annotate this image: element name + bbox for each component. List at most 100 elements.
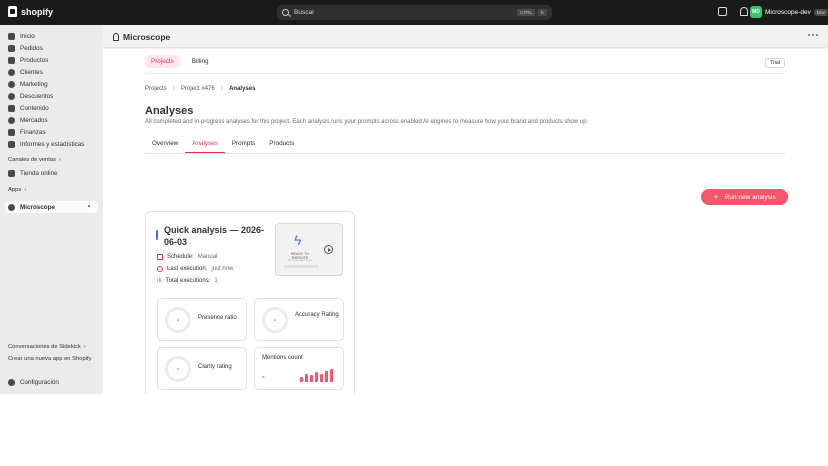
accuracy-value: - [273, 316, 277, 324]
tab-products[interactable]: Products [262, 136, 301, 153]
mentions-sparkline [300, 368, 334, 382]
sidebar-item-label: Configuración [20, 378, 59, 386]
more-dot-icon[interactable] [88, 205, 90, 207]
ready-to-execute-panel[interactable]: ϟ READY TO EXECUTE No executions yet [275, 223, 343, 276]
sidebar-item-configuracion[interactable]: Configuración [8, 377, 59, 387]
lightning-icon: ϟ [294, 232, 302, 248]
run-new-analysis-button[interactable]: + Run new analysis [701, 189, 788, 205]
breadcrumb-projects[interactable]: Projects [145, 86, 167, 92]
top-bar: shopify Buscar CTRL K MD Microscope-dev … [0, 0, 828, 25]
tab-prompts[interactable]: Prompts [225, 136, 262, 153]
sidebar-item-label: Microscope [20, 203, 55, 211]
store-avatar: MD [750, 6, 762, 18]
sidebar-item-label: Pedidos [20, 44, 43, 52]
subnav-tab-projects[interactable]: Projects [145, 55, 180, 68]
sidebar-item-label: Productos [20, 56, 49, 64]
sidebar-item-tienda-online[interactable]: Tienda online [8, 168, 58, 178]
microscope-icon [8, 203, 15, 211]
sidebar-item-pedidos[interactable]: Pedidos [8, 43, 43, 53]
shortcut-key-ctrl: CTRL [517, 9, 535, 16]
gauge-ring: - [165, 307, 191, 333]
create-app-label: Crear una nueva app en Shopify [8, 356, 92, 362]
sidebar-item-finanzas[interactable]: Finanzas [8, 127, 46, 137]
accuracy-rating-metric: - Accuracy Rating [254, 298, 344, 341]
breadcrumb-project[interactable]: Project #476 [181, 86, 215, 92]
presence-label: Presence ratio [198, 315, 237, 321]
shopify-bag-icon [8, 6, 17, 17]
sparkline-bar [330, 369, 333, 382]
trial-badge: Trial [764, 58, 785, 68]
sidebar-item-label: Marketing [20, 80, 48, 88]
sidebar-item-label: Informes y estadísticas [20, 140, 85, 148]
gauge-ring: - [165, 356, 191, 382]
home-icon [8, 32, 15, 40]
sparkline-bar [305, 374, 308, 382]
search-input[interactable]: Buscar CTRL K [277, 5, 552, 20]
calendar-icon [157, 254, 163, 260]
ready-subtitle: No executions yet [288, 258, 312, 262]
clarity-rating-metric: - Clarity rating [157, 347, 247, 390]
sidebar-item-label: Tienda online [20, 169, 58, 177]
store-icon[interactable] [718, 7, 727, 16]
bell-icon[interactable] [740, 7, 748, 16]
chevron-right-icon: › [24, 187, 27, 193]
plus-icon: + [713, 191, 719, 202]
more-menu-icon[interactable] [808, 34, 818, 36]
sidebar-item-label: Inicio [20, 32, 35, 40]
clarity-label: Clarity rating [198, 364, 232, 370]
shopify-logo[interactable]: shopify [8, 6, 53, 17]
sparkline-bar [320, 374, 323, 382]
sidebar-item-contenido[interactable]: Contenido [8, 103, 49, 113]
app-frame: shopify Buscar CTRL K MD Microscope-dev … [0, 0, 828, 394]
tab-analyses[interactable]: Analyses [185, 136, 225, 153]
sidebar-item-mercados[interactable]: Mercados [8, 115, 48, 125]
chevron-right-icon: › [220, 85, 224, 92]
mentions-count-metric: Mentions count - [254, 347, 344, 390]
last-execution-label: Last execution: [167, 266, 208, 272]
app-subnav: Projects Billing [145, 55, 215, 68]
sidebar-item-microscope[interactable]: Microscope [8, 202, 98, 212]
microscope-icon [113, 33, 119, 41]
chevron-right-icon: › [83, 344, 86, 350]
sidebar: Inicio Pedidos Productos Clientes Market… [0, 25, 103, 394]
page-description: All completed and in-progress analyses f… [145, 119, 589, 125]
total-executions-label: Total executions: [165, 278, 211, 284]
sidekick-section[interactable]: Conversaciones de Sidekick › [8, 344, 86, 350]
chevron-right-icon: › [172, 85, 176, 92]
last-execution-row: Last execution: just now [157, 266, 233, 272]
analysis-card[interactable]: Quick analysis — 2026-06-03 Schedule: Ma… [145, 211, 355, 394]
last-execution-value: just now [211, 266, 234, 272]
store-menu-button[interactable]: MD Microscope-dev Dev [750, 6, 828, 18]
storefront-icon [8, 169, 15, 177]
play-icon[interactable] [324, 245, 333, 254]
mentions-value: - [262, 372, 265, 381]
sidebar-item-inicio[interactable]: Inicio [8, 31, 35, 41]
sidebar-item-clientes[interactable]: Clientes [8, 67, 43, 77]
sparkline-bar [325, 371, 328, 382]
breadcrumb: Projects › Project #476 › Analyses [145, 85, 255, 92]
gear-icon [8, 378, 15, 386]
clock-icon [157, 266, 163, 272]
apps-section[interactable]: Apps › [8, 187, 26, 193]
apps-label: Apps [8, 187, 22, 193]
tab-overview[interactable]: Overview [145, 136, 185, 153]
sidebar-item-productos[interactable]: Productos [8, 55, 48, 65]
sidebar-item-label: Contenido [20, 104, 49, 112]
sidebar-item-informes[interactable]: Informes y estadísticas [8, 139, 84, 149]
sparkline-bar [310, 375, 313, 382]
app-header: Microscope [103, 25, 828, 48]
schedule-value: Manual [197, 254, 218, 260]
brand-name: shopify [21, 6, 54, 17]
subnav-tab-billing[interactable]: Billing [186, 55, 215, 68]
sidebar-item-descuentos[interactable]: Descuentos [8, 91, 53, 101]
sidebar-item-marketing[interactable]: Marketing [8, 79, 48, 89]
sales-channels-section[interactable]: Canales de ventas › [8, 157, 61, 163]
target-icon [8, 80, 15, 88]
divider [145, 73, 785, 74]
clarity-value: - [176, 365, 180, 373]
shortcut-key-k: K [537, 9, 547, 16]
breadcrumb-current: Analyses [229, 85, 256, 92]
person-icon [8, 68, 15, 76]
create-app-link[interactable]: Crear una nueva app en Shopify [8, 356, 91, 362]
sparkline-bar [300, 377, 303, 382]
